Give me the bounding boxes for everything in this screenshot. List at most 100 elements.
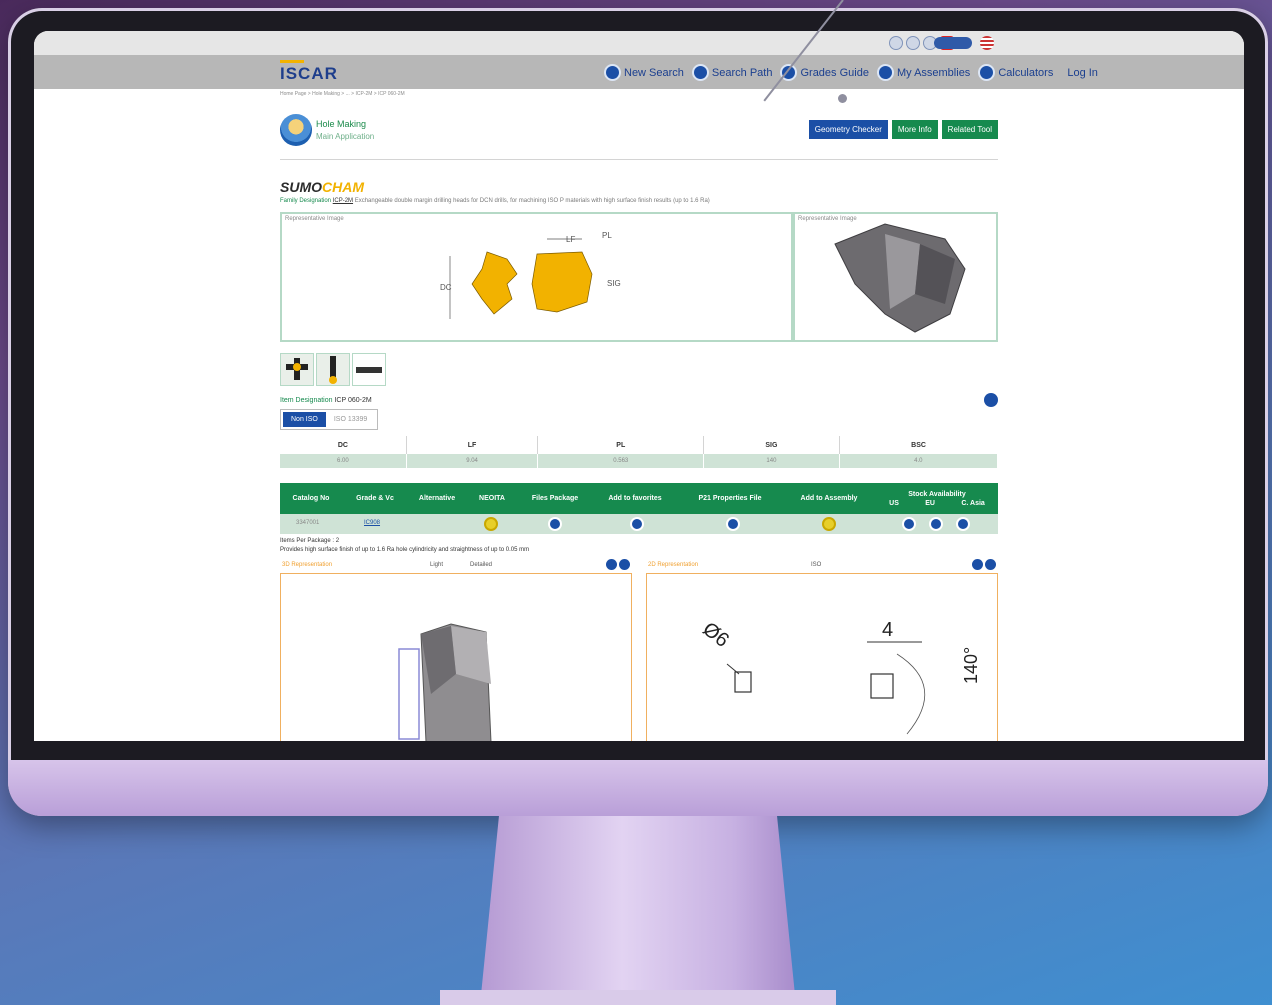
geometry-checker-button[interactable]: Geometry Checker <box>808 120 888 139</box>
nav-grades-guide[interactable]: Grades Guide <box>780 64 869 81</box>
more-info-button[interactable]: More Info <box>891 120 938 139</box>
stock-eu-check-icon <box>929 517 943 531</box>
3d-representation-panel: 3D Representation Light Detailed <box>280 559 632 741</box>
tab-non-iso[interactable]: Non ISO <box>283 412 326 427</box>
col-catalog-no: Catalog No <box>292 495 330 502</box>
option-iso[interactable]: ISO <box>811 562 821 568</box>
us-flag-icon[interactable] <box>980 36 994 50</box>
neoita-icon[interactable] <box>484 517 498 531</box>
param-value: 140 <box>703 454 840 468</box>
col-p21-file: P21 Properties File <box>698 495 762 502</box>
drill-head-render <box>834 223 966 333</box>
render-image-panel: Representative Image <box>793 212 998 342</box>
thumbnail-3[interactable] <box>352 353 386 386</box>
twitter-icon[interactable] <box>906 36 920 50</box>
representation-panels: 3D Representation Light Detailed 2D Repr… <box>280 559 998 741</box>
dim-angle: 140° <box>961 647 981 684</box>
thumbnail-1[interactable] <box>280 353 314 386</box>
family-code[interactable]: ICP-2M <box>333 198 353 204</box>
param-value: 9.04 <box>406 454 539 468</box>
standard-tabs: Non ISO ISO 13399 <box>280 409 379 430</box>
param-value: 4.0 <box>839 454 999 468</box>
tab-iso-13399[interactable]: ISO 13399 <box>326 412 375 427</box>
grade-link[interactable]: IC908 <box>364 520 380 526</box>
pointer-dot <box>838 94 847 103</box>
family-designation: Family Designation ICP-2M Exchangeable d… <box>280 198 710 204</box>
breadcrumb[interactable]: Home Page > Hole Making > ... > ICP-2M >… <box>280 91 405 97</box>
family-section: SUMOCHAM Family Designation ICP-2M Excha… <box>280 179 710 204</box>
language-toggle[interactable] <box>934 37 972 49</box>
iscar-logo[interactable]: ISCAR <box>280 60 338 84</box>
technical-drawing-panel: Representative Image DC LF PL SIG <box>280 212 793 342</box>
sumocham-logo: SUMOCHAM <box>280 179 364 195</box>
stock-eu: EU <box>925 499 935 507</box>
catalog-row: 3347001 IC908 <box>280 514 998 534</box>
nav-my-assemblies[interactable]: My Assemblies <box>876 64 970 81</box>
dim-length: 4 <box>882 619 893 641</box>
stock-us-check-icon <box>902 517 916 531</box>
page-header: Hole Making Main Application Geometry Ch… <box>280 112 998 160</box>
monitor-stand-base <box>440 990 836 1005</box>
zoom-icon[interactable] <box>972 559 983 570</box>
nav-login[interactable]: Log In <box>1067 67 1098 79</box>
2d-representation-panel: 2D Representation ISO Ø6 4 140° <box>646 559 998 741</box>
info-icon[interactable] <box>619 559 630 570</box>
dim-diameter: Ø6 <box>698 618 733 652</box>
path-icon <box>691 64 709 81</box>
stock-us: US <box>889 499 899 507</box>
nav-calculators[interactable]: Calculators <box>978 64 1053 81</box>
monitor-stand <box>480 816 796 1005</box>
param-header: SIG <box>703 436 840 454</box>
catalog-number: 3347001 <box>296 520 320 526</box>
main-navbar: ISCAR New Search Search Path Grades Guid… <box>34 55 1244 89</box>
col-grade: Grade & Vc <box>356 495 394 502</box>
calculator-icon <box>978 64 996 81</box>
search-icon <box>604 64 621 81</box>
files-package-icon[interactable] <box>548 517 562 531</box>
header-buttons: Geometry Checker More Info Related Tool <box>808 120 998 139</box>
add-assembly-icon[interactable] <box>822 517 836 531</box>
param-header: BSC <box>911 441 926 449</box>
catalog-header: Catalog No Grade & Vc Alternative NEOITA… <box>280 483 998 514</box>
col-alternative: Alternative <box>418 495 456 502</box>
p21-file-icon[interactable] <box>726 517 740 531</box>
item-notes: Items Per Package : 2 Provides high surf… <box>280 538 530 553</box>
favorite-star-icon[interactable] <box>630 517 644 531</box>
col-files-package: Files Package <box>531 495 579 502</box>
info-icon[interactable] <box>984 393 998 407</box>
linkedin-icon[interactable] <box>889 36 903 50</box>
screen: ISCAR New Search Search Path Grades Guid… <box>34 31 1244 741</box>
stock-asia: C. Asia <box>961 499 985 507</box>
nav-new-search[interactable]: New Search <box>604 64 684 81</box>
top-bar <box>34 31 1244 55</box>
param-header: PL <box>537 436 705 454</box>
param-value: 6.00 <box>280 454 407 468</box>
col-add-favorites: Add to favorites <box>608 495 662 502</box>
monitor-chin <box>8 760 1268 816</box>
2d-viewer[interactable]: Ø6 4 140° <box>646 573 998 741</box>
param-header: LF <box>406 436 539 454</box>
item-designation: Item Designation ICP 060-2M <box>280 397 372 404</box>
dim-pl: PL <box>602 231 612 240</box>
thumbnail-strip <box>280 353 386 386</box>
param-header: DC <box>280 436 407 454</box>
col-neoita: NEOITA <box>479 495 505 502</box>
3d-viewer[interactable] <box>280 573 632 741</box>
dim-sig: SIG <box>607 279 621 288</box>
option-detailed[interactable]: Detailed <box>470 562 492 568</box>
dim-dc: DC <box>440 283 452 292</box>
drill-head-drawing: DC LF PL SIG <box>440 231 621 319</box>
hole-making-icon <box>280 114 312 146</box>
main-nav: New Search Search Path Grades Guide My A… <box>604 64 1098 81</box>
option-light[interactable]: Light <box>430 562 443 568</box>
stock-asia-check-icon <box>956 517 970 531</box>
3d-model <box>398 623 492 741</box>
zoom-icon[interactable] <box>606 559 617 570</box>
nav-search-path[interactable]: Search Path <box>691 64 772 81</box>
info-icon[interactable] <box>985 559 996 570</box>
app-title: Hole Making <box>316 119 367 129</box>
col-add-assembly: Add to Assembly <box>800 495 858 502</box>
thumbnail-2[interactable] <box>316 353 350 386</box>
param-value: 0.563 <box>537 454 705 468</box>
related-tool-button[interactable]: Related Tool <box>941 120 998 139</box>
